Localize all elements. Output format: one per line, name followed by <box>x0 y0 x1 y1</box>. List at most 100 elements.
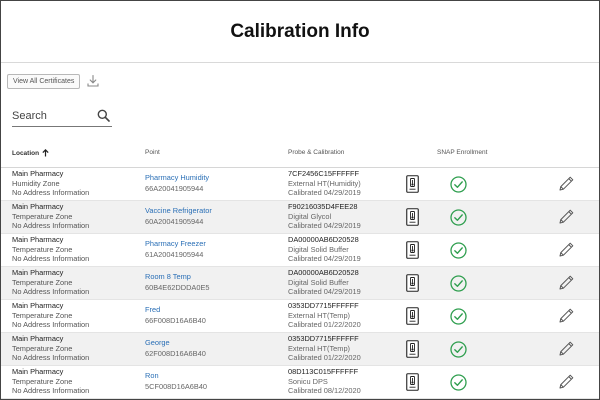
toolbar: View All Certificates <box>7 71 100 91</box>
point-cell: Room 8 Temp 60B4E62DDDA0E5 <box>145 272 210 292</box>
certificate-icon[interactable] <box>406 373 419 391</box>
zone-name: Temperature Zone <box>12 376 73 386</box>
column-header-probe[interactable]: Probe & Calibration <box>288 149 344 156</box>
probe-cell: 08D113C015FFFFFF Sonicu DPS Calibrated 0… <box>288 367 361 396</box>
probe-id: DA00000AB6D20528 <box>288 268 359 277</box>
table-body: Main Pharmacy Humidity Zone No Address I… <box>1 168 599 399</box>
probe-id: F90216035D4FEE28 <box>288 202 358 211</box>
probe-type: External HT(Temp) <box>288 343 351 353</box>
point-link[interactable]: Vaccine Refrigerator <box>145 206 212 216</box>
snap-enrolled-check-icon <box>450 374 467 391</box>
column-header-snap[interactable]: SNAP Enrollment <box>437 149 487 156</box>
zone-name: Temperature Zone <box>12 244 73 254</box>
table-row: Main Pharmacy Humidity Zone No Address I… <box>1 168 599 201</box>
address-text: No Address Information <box>12 254 90 264</box>
calibration-date: Calibrated 01/22/2020 <box>288 320 361 330</box>
probe-type: External HT(Temp) <box>288 310 351 320</box>
snap-enrolled-check-icon <box>450 176 467 193</box>
point-link[interactable]: Pharmacy Humidity <box>145 173 209 183</box>
probe-id: 08D113C015FFFFFF <box>288 367 359 376</box>
edit-pencil-icon[interactable] <box>557 340 575 358</box>
search-label: Search <box>12 110 47 122</box>
table-header: Location Point Probe & Calibration SNAP … <box>1 141 599 168</box>
search-icon[interactable] <box>97 109 110 122</box>
calibration-date: Calibrated 04/29/2019 <box>288 188 361 198</box>
edit-pencil-icon[interactable] <box>557 241 575 259</box>
column-header-location[interactable]: Location <box>12 149 49 157</box>
point-id: 66F008D16A6B40 <box>145 315 206 325</box>
location-cell: Main Pharmacy Temperature Zone No Addres… <box>12 235 89 264</box>
location-name: Main Pharmacy <box>12 235 64 244</box>
table-row: Main Pharmacy Temperature Zone No Addres… <box>1 201 599 234</box>
column-header-location-label: Location <box>12 149 40 157</box>
zone-name: Temperature Zone <box>12 310 73 320</box>
point-id: 60B4E62DDDA0E5 <box>145 282 210 292</box>
probe-type: External HT(Humidity) <box>288 178 361 188</box>
point-cell: Pharmacy Freezer 61A20041905944 <box>145 239 206 259</box>
address-text: No Address Information <box>12 287 90 297</box>
certificate-icon[interactable] <box>406 241 419 259</box>
snap-enrolled-check-icon <box>450 308 467 325</box>
point-cell: Fred 66F008D16A6B40 <box>145 305 206 325</box>
calibration-date: Calibrated 08/12/2020 <box>288 386 361 396</box>
snap-enrolled-check-icon <box>450 275 467 292</box>
location-name: Main Pharmacy <box>12 367 64 376</box>
location-name: Main Pharmacy <box>12 268 64 277</box>
point-link[interactable]: Room 8 Temp <box>145 272 210 282</box>
column-header-point[interactable]: Point <box>145 149 160 156</box>
download-icon[interactable] <box>86 74 100 88</box>
address-text: No Address Information <box>12 188 90 198</box>
search-input[interactable]: Search <box>12 108 112 127</box>
location-name: Main Pharmacy <box>12 301 64 310</box>
table-row: Main Pharmacy Temperature Zone No Addres… <box>1 267 599 300</box>
point-id: 5CF008D16A6B40 <box>145 381 208 391</box>
probe-type: Sonicu DPS <box>288 376 328 386</box>
address-text: No Address Information <box>12 386 90 396</box>
calibration-date: Calibrated 04/29/2019 <box>288 287 361 297</box>
address-text: No Address Information <box>12 221 90 231</box>
edit-pencil-icon[interactable] <box>557 208 575 226</box>
point-id: 60A20041905944 <box>145 216 204 226</box>
point-cell: Ron 5CF008D16A6B40 <box>145 371 207 391</box>
probe-id: 0353DD7715FFFFFF <box>288 301 359 310</box>
probe-id: 0353DD7715FFFFFF <box>288 334 359 343</box>
location-cell: Main Pharmacy Temperature Zone No Addres… <box>12 367 89 396</box>
location-cell: Main Pharmacy Temperature Zone No Addres… <box>12 301 89 330</box>
zone-name: Temperature Zone <box>12 343 73 353</box>
probe-cell: 0353DD7715FFFFFF External HT(Temp) Calib… <box>288 334 361 363</box>
point-cell: Pharmacy Humidity 66A20041905944 <box>145 173 209 193</box>
edit-pencil-icon[interactable] <box>557 373 575 391</box>
zone-name: Humidity Zone <box>12 178 60 188</box>
point-link[interactable]: Fred <box>145 305 206 315</box>
edit-pencil-icon[interactable] <box>557 307 575 325</box>
point-id: 66A20041905944 <box>145 183 204 193</box>
location-cell: Main Pharmacy Temperature Zone No Addres… <box>12 334 89 363</box>
certificate-icon[interactable] <box>406 274 419 292</box>
calibration-date: Calibrated 04/29/2019 <box>288 254 361 264</box>
view-all-certificates-button[interactable]: View All Certificates <box>7 73 81 89</box>
probe-type: Digital Solid Buffer <box>288 277 349 287</box>
certificate-icon[interactable] <box>406 340 419 358</box>
probe-cell: DA00000AB6D20528 Digital Solid Buffer Ca… <box>288 235 361 264</box>
probe-cell: 7CF2456C15FFFFFF External HT(Humidity) C… <box>288 169 361 198</box>
table-row: Main Pharmacy Temperature Zone No Addres… <box>1 333 599 366</box>
location-name: Main Pharmacy <box>12 202 64 211</box>
point-cell: Vaccine Refrigerator 60A20041905944 <box>145 206 212 226</box>
point-link[interactable]: Ron <box>145 371 207 381</box>
table-row: Main Pharmacy Temperature Zone No Addres… <box>1 366 599 399</box>
address-text: No Address Information <box>12 320 90 330</box>
sort-ascending-icon[interactable] <box>42 149 49 157</box>
title-bar: Calibration Info <box>1 1 599 63</box>
edit-pencil-icon[interactable] <box>557 175 575 193</box>
certificate-icon[interactable] <box>406 175 419 193</box>
certificate-icon[interactable] <box>406 208 419 226</box>
certificate-icon[interactable] <box>406 307 419 325</box>
page-title: Calibration Info <box>230 20 370 42</box>
edit-pencil-icon[interactable] <box>557 274 575 292</box>
zone-name: Temperature Zone <box>12 211 73 221</box>
calibration-date: Calibrated 01/22/2020 <box>288 353 361 363</box>
point-link[interactable]: Pharmacy Freezer <box>145 239 206 249</box>
probe-cell: 0353DD7715FFFFFF External HT(Temp) Calib… <box>288 301 361 330</box>
point-cell: George 62F008D16A6B40 <box>145 338 206 358</box>
point-link[interactable]: George <box>145 338 206 348</box>
